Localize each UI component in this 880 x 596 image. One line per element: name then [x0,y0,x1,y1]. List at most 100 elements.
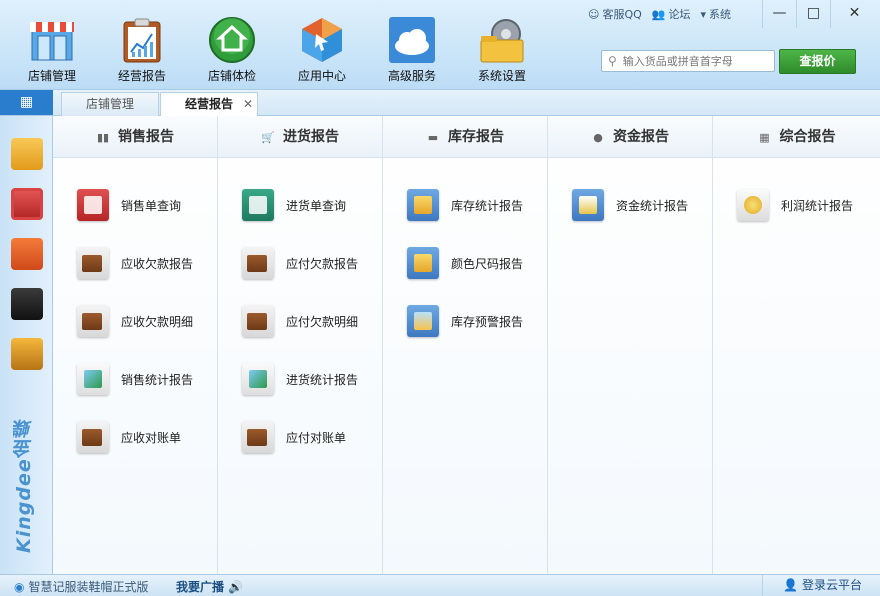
toolbar-label: 经营报告 [117,69,166,83]
wallet-detail-icon [77,305,109,337]
toolbar-label: 系统设置 [477,69,526,83]
toolbar-store-checkup[interactable]: 店铺体检 [194,16,270,84]
search-icon: ⚲ [608,54,617,68]
notebook-icon[interactable] [11,338,43,370]
cart-icon: 🛒 [261,131,275,144]
phone-icon[interactable] [11,288,43,320]
tab-close-icon[interactable]: ✕ [243,93,253,115]
home-check-icon [208,16,256,64]
column-title: 综合报告 [779,129,836,145]
toolbar-advanced-service[interactable]: 高级服务 [374,16,450,84]
fund-icon [572,189,604,221]
item-label: 资金统计报告 [616,198,689,213]
statement-icon [77,421,109,453]
top-links: ☺ 客服QQ 👥 论坛 ▾ 系统 [588,6,731,22]
minimize-button[interactable]: — [762,0,796,28]
service-qq-link[interactable]: ☺ 客服QQ [588,6,642,22]
vip-card-icon[interactable] [11,238,43,270]
comprehensive-report-column: ▦ 综合报告 利润统计报告 [713,116,880,574]
payable-statement[interactable]: 应付对账单 [242,420,346,454]
maximize-button[interactable]: □ [796,0,830,28]
item-label: 进货统计报告 [286,372,359,387]
sales-order-query[interactable]: 销售单查询 [77,188,181,222]
receivable-statement[interactable]: 应收对账单 [77,420,181,454]
box-icon: ▬ [427,131,439,144]
tab-bar: ▦ 店铺管理 经营报告 ✕ [0,90,880,116]
line-chart-icon [77,363,109,395]
search-input[interactable] [622,54,763,68]
item-label: 应付欠款明细 [286,314,359,329]
report-clipboard-icon [118,16,166,64]
toolbar-business-report[interactable]: 经营报告 [104,16,180,84]
item-label: 利润统计报告 [781,198,854,213]
toolbar-app-center[interactable]: 应用中心 [284,16,360,84]
app-center-icon [298,16,346,64]
receivable-debt-detail[interactable]: 应收欠款明细 [77,304,193,338]
payable-debt-detail[interactable]: 应付欠款明细 [242,304,358,338]
payable-debt-report[interactable]: 应付欠款报告 [242,246,358,280]
boxes-icon[interactable] [11,138,43,170]
grid-icon: ▦ [759,131,770,144]
grid-menu-icon[interactable]: ▦ [0,90,53,115]
login-cloud-link[interactable]: 👤 登录云平台 [762,575,862,596]
toolbar-system-settings[interactable]: 系统设置 [464,16,540,84]
column-title: 进货报告 [283,129,339,145]
profit-statistics-report[interactable]: 利润统计报告 [737,188,853,222]
service-qq-label: 客服QQ [602,8,642,21]
toolbar-label: 店铺体检 [207,69,256,83]
purchase-order-query[interactable]: 进货单查询 [242,188,346,222]
line-chart-icon [242,363,274,395]
user-icon: 👤 [783,578,798,592]
speaker-icon: 🔊 [228,579,243,594]
fund-statistics-report[interactable]: 资金统计报告 [572,188,688,222]
column-header: 🛒 进货报告 [218,116,382,158]
toolbar-store-manage[interactable]: 店铺管理 [14,16,90,84]
brand-logo: Kingdee金蝶 [13,418,35,554]
broadcast-link[interactable]: 我要广播 🔊 [176,578,243,595]
purchase-statistics-report[interactable]: 进货统计报告 [242,362,358,396]
toolbar-label: 店铺管理 [27,69,76,83]
sales-order-icon [77,189,109,221]
fund-report-column: ● 资金报告 资金统计报告 [548,116,713,574]
store-icon [28,16,76,64]
column-header: ▮▮ 销售报告 [53,116,217,158]
sales-statistics-report[interactable]: 销售统计报告 [77,362,193,396]
tab-label: 店铺管理 [85,97,134,111]
inventory-statistics-report[interactable]: 库存统计报告 [407,188,523,222]
system-label: 系统 [709,8,732,21]
item-label: 应收欠款明细 [121,314,194,329]
tab-store-manage[interactable]: 店铺管理 [61,92,159,116]
item-label: 应收欠款报告 [121,256,194,271]
receivable-debt-report[interactable]: 应收欠款报告 [77,246,193,280]
clipboard-icon[interactable] [11,188,43,220]
report-panel: ▮▮ 销售报告 销售单查询 应收欠款报告 应收欠款明细 销售统计报告 应收对账单 … [53,116,880,574]
statement-icon [242,421,274,453]
chevron-down-icon: ▾ [700,7,707,21]
color-size-icon [407,247,439,279]
column-header: ● 资金报告 [548,116,712,158]
stock-icon [407,189,439,221]
column-title: 销售报告 [118,129,174,145]
color-size-report[interactable]: 颜色尺码报告 [407,246,523,280]
item-label: 颜色尺码报告 [451,256,524,271]
item-label: 应付欠款报告 [286,256,359,271]
inventory-warning-report[interactable]: 库存预警报告 [407,304,523,338]
item-label: 应收对账单 [121,430,182,445]
wallet-icon [77,247,109,279]
item-label: 销售统计报告 [121,372,194,387]
item-label: 应付对账单 [286,430,347,445]
warning-icon [407,305,439,337]
forum-link[interactable]: 👥 论坛 [652,6,691,22]
close-window-button[interactable]: ✕ [830,0,878,28]
item-label: 销售单查询 [121,198,182,213]
check-quote-button[interactable]: 查报价 [779,49,856,74]
system-menu-link[interactable]: ▾ 系统 [701,6,732,22]
tab-business-report[interactable]: 经营报告 ✕ [160,92,258,116]
coin-icon: ● [593,131,603,144]
sales-report-column: ▮▮ 销售报告 销售单查询 应收欠款报告 应收欠款明细 销售统计报告 应收对账单 [53,116,218,574]
search-box: ⚲ [601,50,775,72]
top-toolbar: 店铺管理 经营报告 店铺体检 应用中心 高级服务 系统设置 ☺ 客服QQ 👥 论坛 … [0,0,880,90]
column-header: ▦ 综合报告 [713,116,880,158]
toolbar-label: 高级服务 [387,69,436,83]
cloud-icon [388,16,436,64]
